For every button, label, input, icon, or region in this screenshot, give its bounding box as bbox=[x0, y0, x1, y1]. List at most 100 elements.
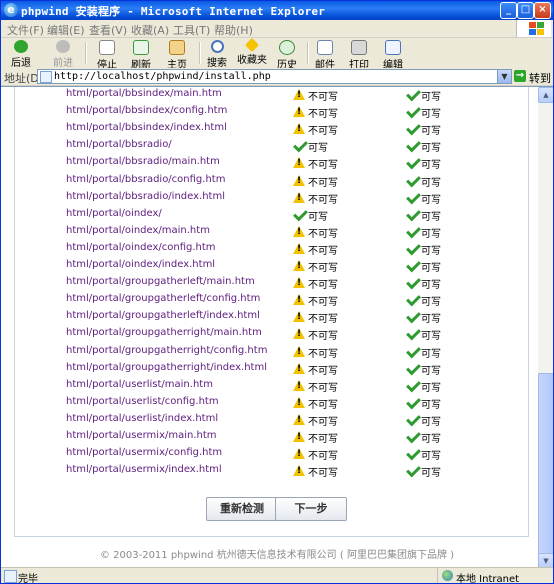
go-button[interactable]: → 转到 bbox=[513, 68, 553, 85]
status-label: 不可写 bbox=[308, 331, 338, 343]
table-row: html/portal/bbsradio/main.htm 不可写 可写 bbox=[15, 154, 528, 171]
address-url: http://localhost/phpwind/install.php bbox=[54, 71, 271, 82]
check-icon bbox=[406, 206, 421, 222]
status-cell-required: 可写 bbox=[404, 377, 464, 394]
status-label: 可写 bbox=[421, 245, 441, 257]
status-cell-current: 不可写 bbox=[291, 87, 351, 103]
toolbar-separator bbox=[307, 42, 309, 64]
scroll-up-icon[interactable]: ▲ bbox=[538, 87, 553, 103]
status-label: 不可写 bbox=[308, 348, 338, 360]
search-button[interactable]: 搜索 bbox=[205, 40, 229, 69]
menu-edit[interactable]: 编辑(E) bbox=[47, 22, 85, 38]
status-cell-current: 不可写 bbox=[291, 326, 351, 343]
check-icon bbox=[406, 120, 421, 136]
status-label: 可写 bbox=[421, 194, 441, 206]
check-icon bbox=[406, 394, 421, 410]
go-arrow-icon: → bbox=[514, 70, 526, 82]
file-path: html/portal/bbsradio/main.htm bbox=[66, 156, 220, 168]
scroll-down-icon[interactable]: ▼ bbox=[538, 553, 553, 568]
stop-button[interactable]: 停止 bbox=[95, 40, 119, 71]
warning-icon bbox=[293, 157, 305, 169]
status-cell-current: 不可写 bbox=[291, 155, 351, 171]
minimize-button[interactable]: _ bbox=[500, 2, 517, 19]
status-cell-required: 可写 bbox=[404, 257, 464, 274]
table-row: html/portal/groupgatherleft/config.htm 不可… bbox=[15, 291, 528, 308]
forward-arrow-icon bbox=[56, 40, 70, 53]
close-button[interactable]: × bbox=[534, 2, 551, 19]
maximize-button[interactable]: □ bbox=[517, 2, 534, 19]
file-path: html/portal/bbsradio/ bbox=[66, 139, 172, 151]
status-cell-required: 可写 bbox=[404, 274, 464, 291]
table-row: html/portal/bbsindex/main.htm 不可写 可写 bbox=[15, 87, 528, 103]
back-button[interactable]: 后退 bbox=[7, 40, 35, 69]
status-cell-required: 可写 bbox=[404, 206, 464, 223]
status-label: 不可写 bbox=[308, 126, 338, 138]
history-button[interactable]: 历史 bbox=[275, 40, 299, 71]
table-row: html/portal/bbsindex/index.html 不可写 可写 bbox=[15, 120, 528, 137]
home-button[interactable]: 主页 bbox=[165, 40, 189, 71]
warning-icon bbox=[293, 174, 305, 186]
recheck-button[interactable]: 重新检测 bbox=[206, 497, 278, 521]
print-button[interactable]: 打印 bbox=[347, 40, 371, 71]
address-input[interactable]: http://localhost/phpwind/install.php bbox=[37, 69, 509, 84]
file-path: html/portal/usermix/index.html bbox=[66, 464, 222, 476]
file-path: html/portal/groupgatherright/config.htm bbox=[66, 344, 268, 356]
edit-button[interactable]: 编辑 bbox=[381, 40, 405, 71]
menu-help[interactable]: 帮助(H) bbox=[214, 22, 253, 38]
menu-tools[interactable]: 工具(T) bbox=[173, 22, 210, 38]
status-cell-current: 不可写 bbox=[291, 378, 351, 394]
table-row: html/portal/userlist/main.htm 不可写 可写 bbox=[15, 377, 528, 394]
status-label: 不可写 bbox=[308, 399, 338, 411]
file-path: html/portal/userlist/main.htm bbox=[66, 378, 213, 390]
status-label: 不可写 bbox=[308, 314, 338, 326]
status-label: 可写 bbox=[421, 348, 441, 360]
status-label: 可写 bbox=[421, 331, 441, 343]
check-icon bbox=[406, 189, 421, 205]
status-cell-required: 可写 bbox=[404, 308, 464, 325]
table-row: html/portal/usermix/main.htm 不可写 可写 bbox=[15, 428, 528, 445]
status-cell-current: 不可写 bbox=[291, 463, 351, 479]
table-row: html/portal/userlist/index.html 不可写 可写 bbox=[15, 411, 528, 428]
title-bar: e phpwind 安装程序 - Microsoft Internet Expl… bbox=[1, 1, 553, 20]
check-icon bbox=[406, 428, 421, 444]
status-cell-current: 不可写 bbox=[291, 224, 351, 240]
menu-file[interactable]: 文件(F) bbox=[7, 22, 44, 38]
favorites-button[interactable]: 收藏夹 bbox=[237, 37, 267, 66]
status-bar: 完毕 本地 Intranet bbox=[1, 567, 553, 583]
scrollbar-thumb[interactable] bbox=[538, 373, 553, 555]
page-icon bbox=[40, 71, 52, 83]
status-cell-required: 可写 bbox=[404, 223, 464, 240]
file-path: html/portal/groupgatherright/index.html bbox=[66, 361, 267, 373]
status-label: 可写 bbox=[421, 92, 441, 103]
next-step-button[interactable]: 下一步 bbox=[275, 497, 347, 521]
check-icon bbox=[406, 223, 421, 239]
status-label: 不可写 bbox=[308, 416, 338, 428]
mail-button[interactable]: 邮件 bbox=[313, 40, 337, 71]
status-label: 不可写 bbox=[308, 92, 338, 103]
status-cell-current: 不可写 bbox=[291, 190, 351, 206]
menu-view[interactable]: 查看(V) bbox=[89, 22, 127, 38]
menu-favorites[interactable]: 收藏(A) bbox=[131, 22, 169, 38]
refresh-button[interactable]: 刷新 bbox=[129, 40, 153, 71]
forward-button[interactable]: 前进 bbox=[49, 40, 77, 69]
status-cell-required: 可写 bbox=[404, 189, 464, 206]
file-path: html/portal/userlist/config.htm bbox=[66, 395, 219, 407]
vertical-scrollbar[interactable]: ▲ ▼ bbox=[538, 87, 553, 568]
file-path: html/portal/usermix/config.htm bbox=[66, 447, 223, 459]
address-dropdown-button[interactable]: ▼ bbox=[497, 69, 512, 84]
status-label: 可写 bbox=[421, 228, 441, 240]
file-path: html/portal/oindex/main.htm bbox=[66, 224, 210, 236]
status-cell-current: 不可写 bbox=[291, 429, 351, 445]
check-icon bbox=[406, 87, 421, 102]
warning-icon bbox=[293, 448, 305, 460]
status-cell-required: 可写 bbox=[404, 154, 464, 171]
status-label: 可写 bbox=[421, 399, 441, 411]
status-label: 不可写 bbox=[308, 194, 338, 206]
file-path: html/portal/bbsradio/config.htm bbox=[66, 173, 226, 185]
table-row: html/portal/bbsradio/config.htm 不可写 可写 bbox=[15, 172, 528, 189]
status-cell-required: 可写 bbox=[404, 87, 464, 103]
status-cell-current: 不可写 bbox=[291, 173, 351, 189]
file-path: html/portal/groupgatherleft/config.htm bbox=[66, 293, 261, 305]
status-cell-current: 不可写 bbox=[291, 258, 351, 274]
check-icon bbox=[406, 377, 421, 393]
